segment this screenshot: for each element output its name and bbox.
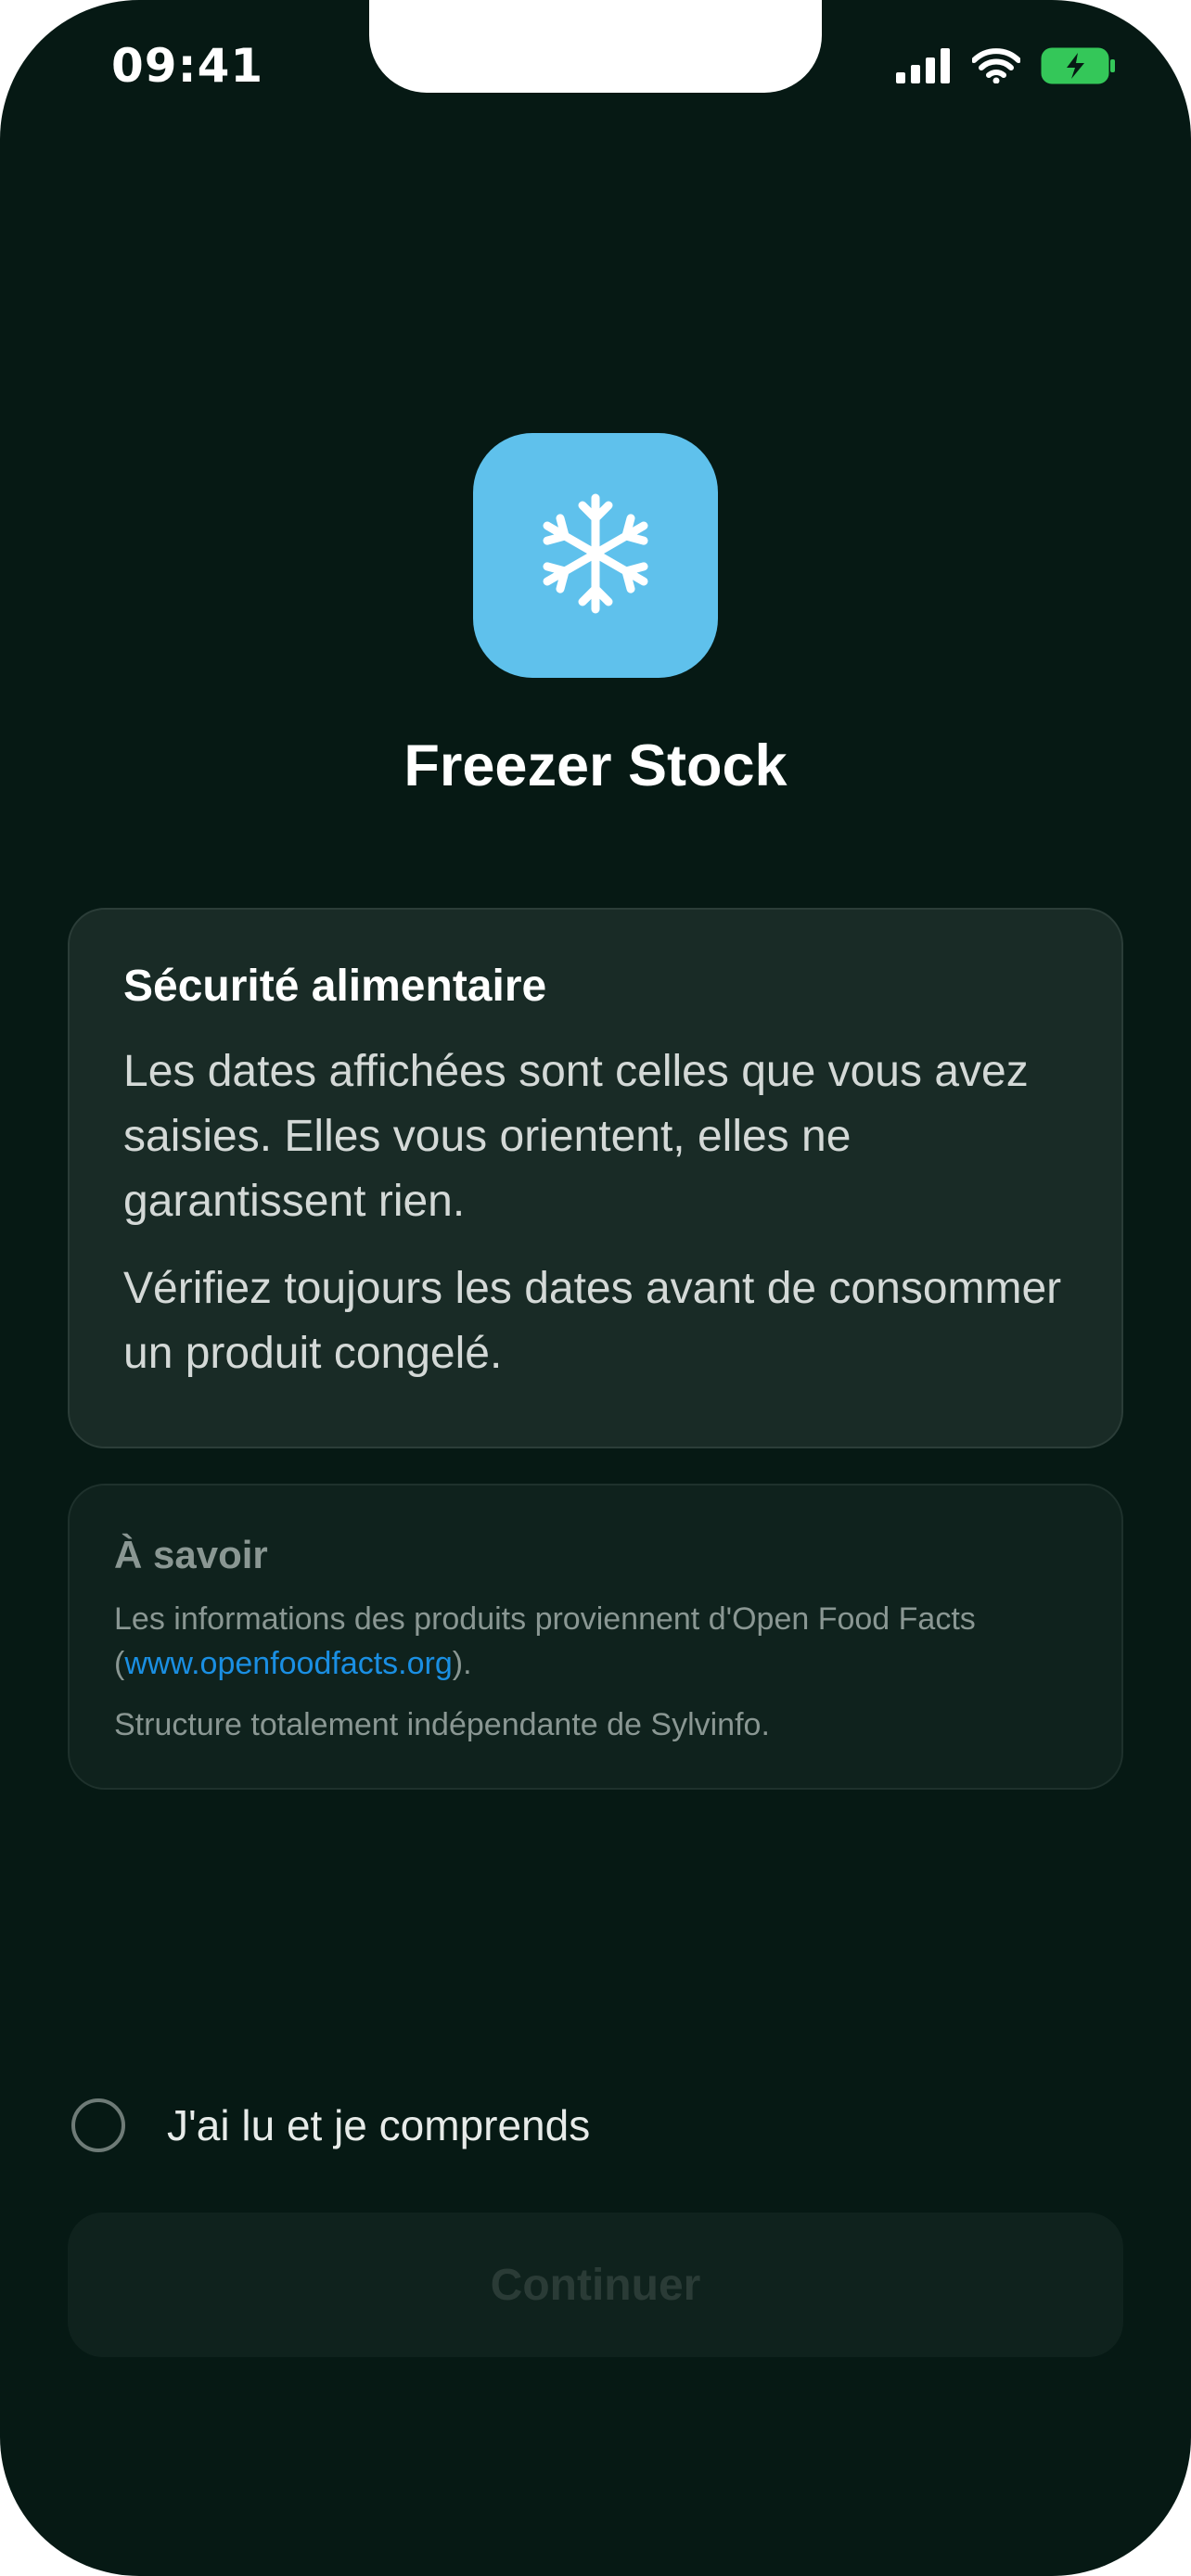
phone-screen: 09:41 Freezer Stock Sécurité alimentaire…: [0, 0, 1191, 2576]
food-safety-title: Sécurité alimentaire: [123, 962, 547, 1011]
data-source-text: Les informations des produits proviennen…: [114, 1597, 1077, 1686]
info-card: À savoir Les informations des produits p…: [68, 1484, 1123, 1790]
agreement-checkbox[interactable]: [71, 2098, 125, 2152]
data-source-suffix: ).: [452, 1646, 472, 1682]
food-safety-paragraph-2: Vérifiez toujours les dates avant de con…: [123, 1263, 1062, 1378]
status-time: 09:41: [111, 39, 264, 93]
continue-button[interactable]: Continuer: [68, 2213, 1123, 2357]
app-title: Freezer Stock: [403, 733, 788, 798]
app-icon: [473, 433, 718, 678]
food-safety-paragraph-1: Les dates affichées sont celles que vous…: [123, 1046, 1029, 1226]
info-card-title: À savoir: [114, 1533, 268, 1576]
status-icons: [896, 45, 1117, 91]
openfoodfacts-link[interactable]: www.openfoodfacts.org: [124, 1646, 452, 1681]
device-notch: [369, 0, 822, 93]
snowflake-icon: [538, 493, 653, 618]
wifi-icon: [971, 47, 1021, 88]
agreement-row[interactable]: J'ai lu et je comprends: [71, 2098, 590, 2152]
food-safety-card: Sécurité alimentaire Les dates affichées…: [68, 908, 1123, 1448]
cellular-signal-icon: [896, 47, 952, 88]
battery-charging-icon: [1041, 47, 1117, 89]
independence-text: Structure totalement indépendante de Syl…: [114, 1707, 770, 1743]
agreement-label[interactable]: J'ai lu et je comprends: [167, 2100, 590, 2150]
